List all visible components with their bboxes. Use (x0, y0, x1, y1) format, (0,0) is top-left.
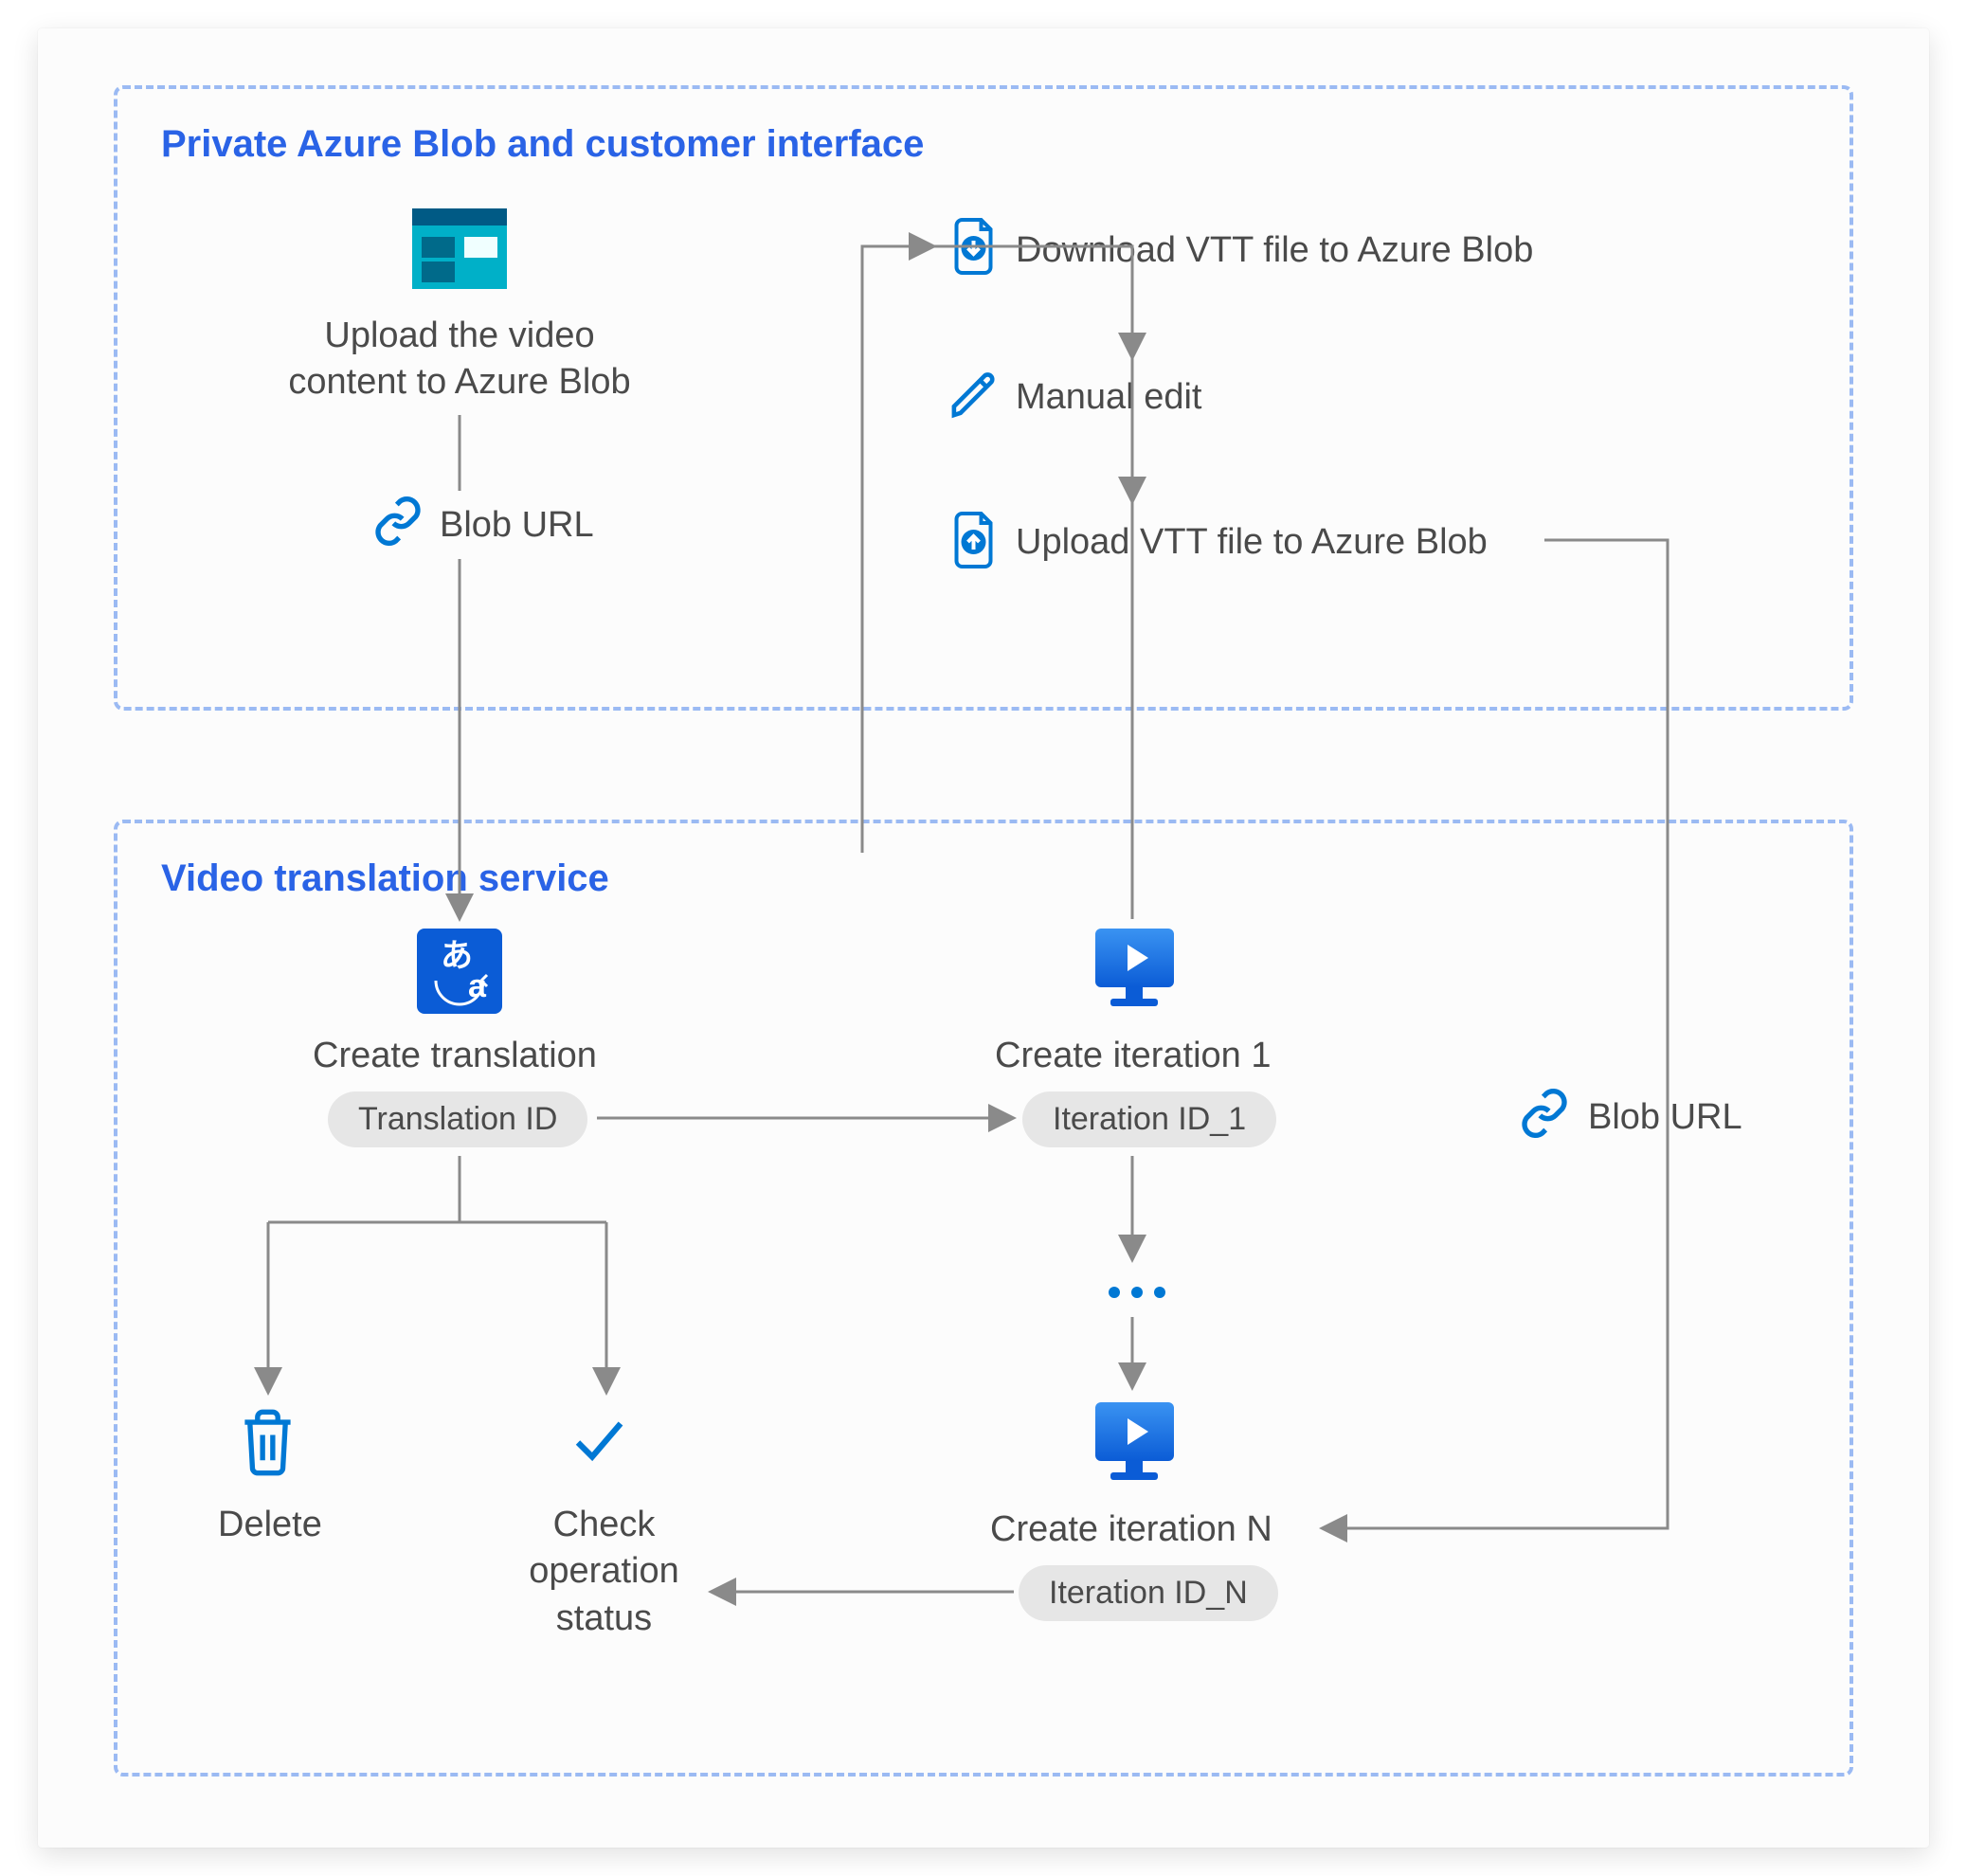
section-video-translation (114, 820, 1853, 1777)
file-upload-icon (947, 512, 1000, 568)
blob-url-top-label: Blob URL (440, 502, 594, 549)
create-iterN-label: Create iteration N (990, 1506, 1272, 1553)
monitor-play-icon-1 (1090, 924, 1180, 1014)
ellipsis-icon (1109, 1287, 1165, 1298)
translation-icon: あ a (417, 929, 502, 1014)
section1-title: Private Azure Blob and customer interfac… (161, 123, 924, 166)
delete-label: Delete (218, 1502, 322, 1548)
manual-edit-label: Manual edit (1016, 374, 1201, 421)
monitor-play-icon-n (1090, 1398, 1180, 1488)
svg-text:a: a (468, 968, 487, 1004)
diagram-canvas: Private Azure Blob and customer interfac… (38, 28, 1929, 1848)
pencil-icon (947, 370, 1000, 422)
blob-url-right-label: Blob URL (1588, 1094, 1742, 1141)
iter-idN-pill: Iteration ID_N (1019, 1565, 1278, 1621)
file-download-icon (947, 218, 1000, 275)
dashboard-icon (412, 208, 507, 289)
section2-title: Video translation service (161, 857, 609, 900)
link-icon-2 (1516, 1090, 1573, 1137)
iter-id1-pill: Iteration ID_1 (1022, 1091, 1276, 1147)
translation-id-pill: Translation ID (328, 1091, 587, 1147)
check-status-label: Check operation status (521, 1502, 687, 1642)
upload-vtt-label: Upload VTT file to Azure Blob (1016, 519, 1488, 566)
link-icon (370, 497, 426, 545)
download-vtt-label: Download VTT file to Azure Blob (1016, 227, 1533, 274)
checkmark-icon (564, 1412, 630, 1469)
upload-video-label: Upload the video content to Azure Blob (284, 313, 635, 406)
create-iter1-label: Create iteration 1 (995, 1033, 1272, 1079)
create-translation-label: Create translation (313, 1033, 597, 1079)
trash-icon (237, 1407, 298, 1478)
